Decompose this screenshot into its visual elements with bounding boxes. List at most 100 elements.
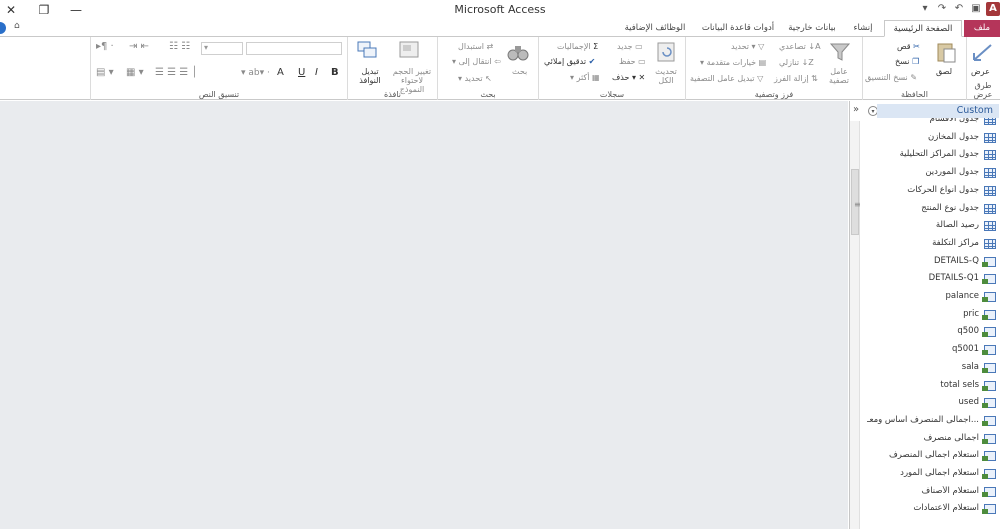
remove-sort-icon: ⇅ — [811, 74, 818, 83]
minimize-ribbon-icon[interactable]: ⌂ — [14, 21, 20, 31]
cut-button[interactable]: قص ✂ — [897, 42, 920, 51]
advanced-button[interactable]: ▾ خيارات متقدمة ▤ — [700, 58, 766, 67]
nav-item[interactable]: جدول الأقسام — [862, 118, 1000, 129]
replace-button[interactable]: استبدال ⇄ — [458, 42, 493, 51]
nav-item-label: جدول أنواع الحركات — [907, 184, 979, 195]
customize-toolbar-icon[interactable]: ▾ — [918, 2, 932, 16]
collapse-nav-pane-button[interactable]: » — [853, 104, 859, 115]
spelling-label: تدقيق إملائي — [544, 57, 587, 66]
undo-icon[interactable]: ↶ — [952, 2, 966, 16]
tab-create[interactable]: إنشاء — [845, 20, 881, 37]
sigma-icon: Σ — [593, 42, 599, 51]
nav-item-label: total sels — [940, 379, 979, 390]
switch-windows-button[interactable]: تبديل النوافذ — [353, 67, 387, 85]
underline-button[interactable]: U — [298, 67, 305, 78]
query-icon — [982, 433, 996, 444]
query-icon — [982, 469, 996, 479]
toggle-filter-button[interactable]: تبديل عامل التصفية ▽ — [690, 74, 763, 83]
nav-item[interactable]: مراكز التكلفة — [862, 236, 1000, 253]
paste-button[interactable]: لصق — [936, 67, 952, 76]
delete-record-label: حذف — [612, 73, 630, 82]
font-size-box[interactable]: ▾ — [201, 42, 243, 55]
copy-button[interactable]: نسخ ❐ — [895, 57, 919, 66]
nav-item[interactable]: q5001 — [862, 342, 1000, 359]
totals-button[interactable]: الإجماليات Σ — [557, 42, 598, 51]
nav-scrollbar-thumb[interactable]: ≡ — [851, 169, 861, 235]
nav-item[interactable]: استعلام اجمالى المنصرف — [862, 448, 1000, 465]
spelling-button[interactable]: تدقيق إملائي ✔ — [544, 57, 595, 66]
nav-item[interactable]: q500 — [862, 324, 1000, 341]
nav-item[interactable]: اجمالى المنصرف اساس ومعـ... — [862, 413, 1000, 430]
document-workspace[interactable] — [0, 101, 848, 529]
redo-icon[interactable]: ↷ — [935, 2, 949, 16]
nav-item[interactable]: جدول نوع المنتج — [862, 201, 1000, 218]
nav-item-label: جدول المخازن — [928, 131, 979, 142]
nav-item[interactable]: جدول المراكز التحليلية — [862, 147, 1000, 164]
nav-item[interactable]: used — [862, 395, 1000, 412]
paragraph-direction-icon[interactable]: ▸¶ · — [96, 41, 114, 52]
bold-button[interactable]: B — [331, 67, 339, 78]
nav-item[interactable]: DETAILS-Q1 — [862, 271, 1000, 288]
nav-scrollbar[interactable]: ≡ — [850, 121, 861, 529]
sort-descending-label: تنازلي — [779, 58, 800, 67]
sort-descending-button[interactable]: تنازلي ↓Z — [779, 58, 814, 67]
nav-item[interactable]: رصيد الصالة — [862, 218, 1000, 235]
delete-record-button[interactable]: حذف ▾ ✕ — [612, 73, 645, 82]
save-icon[interactable]: ▣ — [969, 2, 983, 16]
tab-home[interactable]: الصفحة الرئيسية — [884, 20, 962, 37]
format-painter-button[interactable]: نسخ التنسيق ✎ — [865, 73, 917, 82]
replace-icon: ⇄ — [486, 42, 494, 51]
nav-item[interactable]: استعلام اجمالى المورد — [862, 466, 1000, 483]
cut-label: قص — [897, 42, 911, 51]
alternate-row-color-icon[interactable]: ▤ ▾ — [96, 67, 114, 78]
nav-pane-title[interactable]: Custom — [877, 104, 999, 118]
selection-label: تحديد — [731, 42, 750, 51]
query-icon — [982, 504, 996, 515]
font-color-button[interactable]: A — [277, 67, 284, 78]
tab-database-tools[interactable]: أدوات قاعدة البيانات — [697, 20, 779, 37]
nav-item[interactable]: اجمالى منصرف — [862, 431, 1000, 448]
nav-item[interactable]: جدول أنواع الحركات — [862, 183, 1000, 200]
spelling-check-icon: ✔ — [588, 57, 596, 66]
help-icon[interactable] — [0, 22, 6, 34]
sort-ascending-icon: ↓A — [808, 42, 821, 51]
select-button[interactable]: ▾ تحديد ↖ — [458, 74, 492, 83]
nav-item[interactable]: total sels — [862, 378, 1000, 395]
find-button[interactable]: بحث — [512, 67, 527, 76]
nav-item[interactable]: palance — [862, 289, 1000, 306]
group-records: تحديث الكل جديد ▭ حفظ ▭ حذف ▾ ✕ الإجمالي… — [538, 37, 685, 100]
filter-icon — [829, 43, 851, 61]
highlight-color-icon[interactable]: ▾ ab▾ · — [241, 68, 270, 78]
save-record-button[interactable]: حفظ ▭ — [619, 57, 646, 66]
new-record-icon: ▭ — [635, 42, 643, 51]
font-name-box[interactable] — [246, 42, 342, 55]
nav-item[interactable]: استعلام الأصناف — [862, 484, 1000, 501]
view-button[interactable]: عرض — [971, 67, 990, 76]
tab-file[interactable]: ملف — [964, 20, 1000, 37]
access-app-icon[interactable]: A — [986, 2, 1000, 16]
more-icon: ▦ — [591, 73, 600, 82]
nav-item[interactable]: sala — [862, 360, 1000, 377]
refresh-all-button[interactable]: تحديث الكل — [651, 67, 681, 85]
italic-button[interactable]: I — [315, 67, 318, 78]
nav-item[interactable]: استعلام الاعتمادات — [862, 501, 1000, 518]
group-clipboard: لصق قص ✂ نسخ ❐ نسخ التنسيق ✎ الحافظة — [862, 37, 966, 100]
more-button[interactable]: ▾ أكثر ▦ — [570, 73, 600, 82]
nav-item[interactable]: DETAILS-Q — [862, 254, 1000, 271]
numbering-icon[interactable]: ☷ ☷ — [169, 41, 190, 52]
indent-icon[interactable]: ⇥ ⇤ — [129, 41, 149, 52]
gridlines-icon[interactable]: ▦ ▾ — [126, 67, 144, 78]
tab-add-ins[interactable]: الوظائف الإضافية — [617, 20, 693, 37]
goto-button[interactable]: ▾ انتقال إلى ⇦ — [452, 57, 501, 66]
nav-item[interactable]: pric — [862, 307, 1000, 324]
sort-ascending-button[interactable]: تصاعدي ↓A — [779, 42, 821, 51]
selection-button[interactable]: تحديد ▾ ▽ — [731, 42, 764, 51]
nav-item[interactable]: جدول المخازن — [862, 130, 1000, 147]
new-record-button[interactable]: جديد ▭ — [617, 42, 643, 51]
filter-button[interactable]: عامل تصفية — [824, 67, 854, 85]
query-icon — [982, 486, 996, 497]
remove-sort-button[interactable]: إزالة الفرز ⇅ — [774, 74, 818, 83]
align-buttons-icon[interactable]: ☰ ☰ ☰ │ — [155, 67, 197, 78]
tab-external-data[interactable]: بيانات خارجية — [783, 20, 841, 37]
nav-item[interactable]: جدول الموردين — [862, 165, 1000, 182]
